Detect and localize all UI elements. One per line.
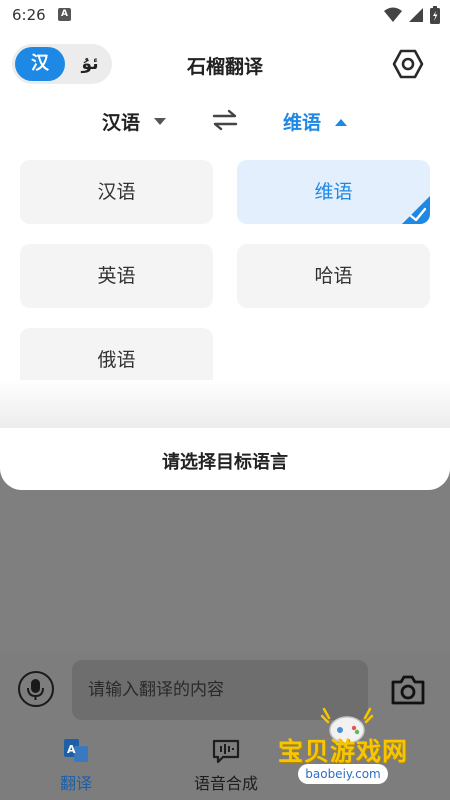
nav-label: 翻译 [59,774,92,793]
microphone-icon [27,679,44,700]
language-option-label: 哈语 [314,265,353,287]
language-option-uyghur[interactable]: 维语 [237,160,430,224]
target-language-selector[interactable]: 维语 [283,108,348,135]
microphone-button[interactable] [18,671,54,707]
sheet-prompt: 请选择目标语言 [162,452,288,473]
status-time: 6:26 [12,6,46,24]
sheet-footer: 请选择目标语言 [0,428,450,490]
speech-synthesis-icon [212,739,240,764]
nav-item-translate[interactable]: A 翻译 [16,736,136,794]
check-icon [402,196,430,224]
battery-icon [430,6,440,24]
watermark-url: baobeiy.com [298,764,388,784]
language-option-kazakh[interactable]: 哈语 [237,244,430,308]
language-option-label: 俄语 [97,349,136,371]
sheet-fade [0,380,450,428]
language-option-label: 英语 [97,265,136,287]
source-language-label: 汉语 [102,112,141,134]
swap-icon[interactable] [211,106,239,134]
signal-icon [409,8,423,22]
caret-up-icon [335,118,348,126]
caret-down-icon [154,117,167,125]
app-header: 汉 ئۇ 石榴翻译 [0,30,450,100]
language-option-label: 汉语 [97,181,136,203]
notification-icon: A [58,8,71,21]
language-option-label: 维语 [314,181,353,203]
camera-icon[interactable] [390,674,426,706]
source-language-selector[interactable]: 汉语 [102,108,167,135]
watermark-text: 宝贝游戏网 [278,737,409,766]
target-language-label: 维语 [283,112,322,134]
status-bar: 6:26 A [0,0,450,30]
language-switcher: 汉语 维语 [0,100,450,142]
language-option-chinese[interactable]: 汉语 [20,160,213,224]
wifi-icon [384,7,402,22]
language-option-english[interactable]: 英语 [20,244,213,308]
watermark: 宝贝游戏网 baobeiy.com [268,704,428,798]
status-icons [384,6,440,24]
page-title: 石榴翻译 [186,56,263,78]
gear-icon[interactable] [392,48,424,80]
translate-icon: A [64,739,88,762]
svg-text:A: A [67,743,76,756]
language-sheet: 汉 ئۇ 石榴翻译 汉语 维语 汉语 维语 英语 哈语 俄语 请选择目标语言 [0,30,450,490]
